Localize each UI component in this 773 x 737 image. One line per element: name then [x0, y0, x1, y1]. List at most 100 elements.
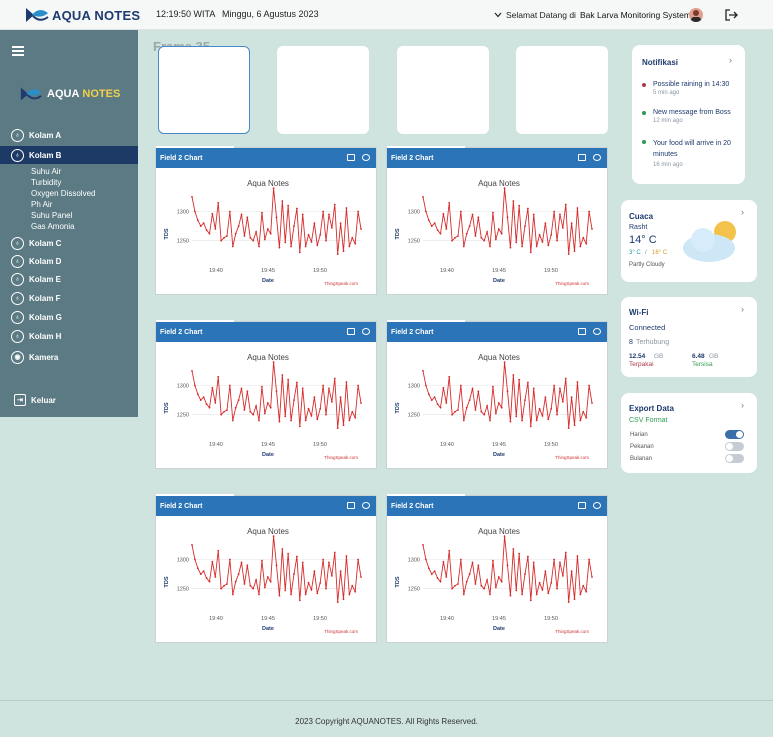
data-point	[287, 552, 290, 555]
sidebar-item-kolam-b[interactable]: ♁ Kolam B	[0, 146, 138, 164]
sidebar-item-kolam-g[interactable]: ♁ Kolam G	[0, 308, 138, 326]
external-link-icon[interactable]	[578, 502, 586, 509]
data-point	[538, 233, 541, 236]
external-link-icon[interactable]	[347, 502, 355, 509]
external-link-icon[interactable]	[578, 328, 586, 335]
data-point	[278, 420, 281, 423]
data-point	[290, 593, 292, 596]
notification-item[interactable]: Possible raining in 14:30 5 min ago	[642, 81, 742, 96]
data-point	[255, 579, 258, 581]
chevron-right-icon[interactable]: ›	[729, 55, 732, 65]
dot-icon	[642, 111, 646, 115]
data-point	[433, 222, 436, 225]
data-point	[567, 253, 570, 255]
data-point	[243, 235, 246, 237]
camera-icon: ◉	[11, 350, 24, 364]
summary-card[interactable]	[397, 46, 489, 134]
data-point	[199, 225, 202, 227]
data-point	[439, 580, 442, 583]
chart-header: Field 2 Chart	[387, 494, 607, 516]
x-axis-label: Date	[262, 278, 274, 284]
sidebar-item-kolam-h[interactable]: ♁ Kolam H	[0, 327, 138, 345]
header-brand[interactable]: AQUA NOTES	[24, 5, 140, 25]
comment-icon[interactable]	[362, 154, 370, 161]
logout-icon[interactable]	[724, 9, 738, 21]
comment-icon[interactable]	[362, 502, 370, 509]
notification-item[interactable]: New message from Boss 12 min ago	[642, 109, 742, 124]
comment-icon[interactable]	[593, 154, 601, 161]
sidebar-item-kolam-d[interactable]: ♁ Kolam D	[0, 252, 138, 270]
data-point	[588, 384, 590, 387]
hamburger-menu-icon[interactable]	[12, 46, 24, 56]
data-point	[524, 225, 526, 227]
external-link-icon[interactable]	[347, 328, 355, 335]
external-link-icon[interactable]	[347, 154, 355, 161]
data-point	[342, 250, 345, 253]
sidebar-item-kolam-a[interactable]: ♁ Kolam A	[0, 126, 138, 144]
summary-card[interactable]	[516, 46, 608, 134]
data-point	[214, 576, 217, 578]
chevron-right-icon[interactable]: ›	[741, 400, 744, 410]
sub-item-gas-amonia[interactable]: Gas Amonia	[31, 222, 75, 231]
data-point	[494, 586, 497, 589]
notification-time: 16 min ago	[653, 162, 683, 168]
wifi-used-unit: GB	[654, 353, 664, 360]
data-point	[261, 385, 263, 388]
x-tick-label: 19:40	[209, 268, 223, 274]
y-tick-label: 1300	[408, 210, 420, 216]
drop-icon: ♁	[11, 128, 24, 142]
data-point	[357, 384, 359, 387]
data-point	[208, 580, 211, 583]
data-point	[588, 210, 590, 213]
data-point	[564, 551, 567, 554]
comment-icon[interactable]	[593, 502, 601, 509]
data-point	[448, 549, 451, 552]
toggle-harian[interactable]	[725, 430, 744, 439]
export-option-label: Harian	[630, 432, 648, 438]
sub-item-oxygen[interactable]: Oxygen Dissolved	[31, 189, 95, 198]
data-point	[205, 229, 208, 232]
sidebar-item-label: Kolam A	[29, 130, 62, 140]
sidebar-item-kamera[interactable]: ◉ Kamera	[0, 348, 138, 366]
sidebar-logout-button[interactable]: ⇥ Keluar	[14, 394, 56, 406]
sub-item-suhu-panel[interactable]: Suhu Panel	[31, 211, 72, 220]
chevron-right-icon[interactable]: ›	[741, 304, 744, 314]
summary-card[interactable]	[277, 46, 369, 134]
data-point	[316, 592, 319, 595]
sidebar-item-kolam-c[interactable]: ♁ Kolam C	[0, 234, 138, 252]
sub-item-ph[interactable]: Ph Air	[31, 200, 52, 209]
data-point	[351, 584, 354, 587]
data-point	[266, 402, 269, 404]
comment-icon[interactable]	[593, 328, 601, 335]
toggle-pekanan[interactable]	[725, 442, 744, 451]
data-point	[269, 580, 272, 583]
sidebar-item-kolam-e[interactable]: ♁ Kolam E	[0, 270, 138, 288]
data-point	[465, 232, 468, 235]
data-point	[351, 236, 354, 239]
data-point	[480, 584, 483, 587]
data-point	[512, 200, 515, 202]
export-option-label: Pekanan	[630, 444, 654, 450]
comment-icon[interactable]	[362, 328, 370, 335]
data-point	[474, 409, 477, 411]
sidebar-item-kolam-f[interactable]: ♁ Kolam F	[0, 289, 138, 307]
data-point	[509, 420, 512, 423]
data-point	[573, 424, 576, 427]
y-axis-label: TDS	[164, 576, 170, 587]
data-point	[307, 581, 310, 584]
external-link-icon[interactable]	[578, 154, 586, 161]
drop-icon: ♁	[11, 272, 24, 286]
data-point	[310, 240, 313, 243]
x-tick-label: 19:45	[492, 616, 506, 622]
sub-item-suhu-air[interactable]: Suhu Air	[31, 167, 61, 176]
data-point	[298, 251, 301, 254]
welcome-menu[interactable]: Selamat Datang di Bak Larva Monitoring S…	[494, 10, 691, 20]
toggle-bulanan[interactable]	[725, 454, 744, 463]
avatar[interactable]	[689, 8, 703, 22]
data-point	[541, 588, 544, 591]
notification-item[interactable]: Your food will arrive in 20 minutes 16 m…	[642, 138, 742, 168]
sub-item-turbidity[interactable]: Turbidity	[31, 178, 61, 187]
summary-card[interactable]	[158, 46, 250, 134]
chart-title: Aqua Notes	[478, 527, 520, 536]
weather-desc: Partly Cloudy	[629, 262, 665, 268]
